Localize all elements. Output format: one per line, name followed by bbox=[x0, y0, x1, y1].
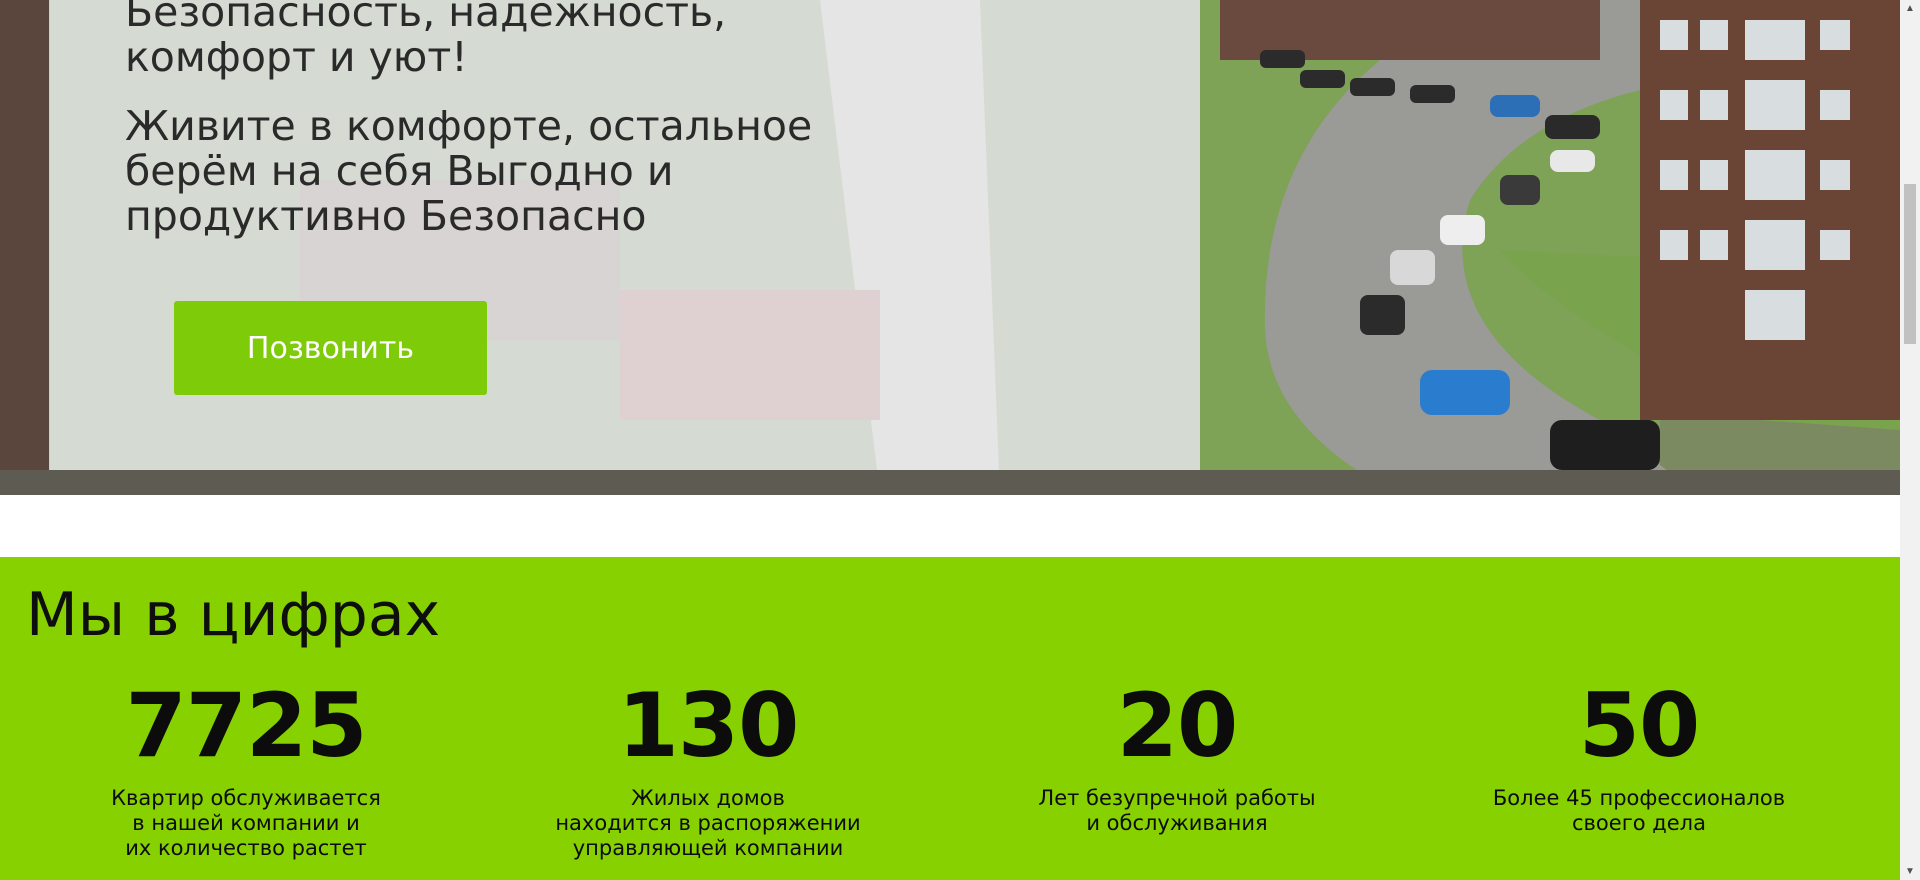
call-button[interactable]: Позвонить bbox=[174, 301, 487, 395]
stat-number: 20 bbox=[1116, 674, 1238, 777]
stats-section: Мы в цифрах 7725 Квартир обслуживается в… bbox=[0, 557, 1900, 880]
hero-slogan: Безопасность, надёжность, комфорт и уют! bbox=[125, 0, 727, 81]
hero-section: Безопасность, надёжность, комфорт и уют!… bbox=[0, 0, 1900, 495]
stat-years: 20 Лет безупречной работы и обслуживания bbox=[957, 682, 1397, 836]
scrollbar-thumb[interactable] bbox=[1904, 184, 1916, 344]
stat-number: 50 bbox=[1578, 674, 1700, 777]
stats-title: Мы в цифрах bbox=[26, 580, 441, 650]
stat-houses: 130 Жилых домов находится в распоряжении… bbox=[488, 682, 928, 861]
page-scrollbar[interactable]: ▲ ▼ bbox=[1900, 0, 1920, 880]
stat-number: 7725 bbox=[125, 674, 368, 777]
hero-card: Безопасность, надёжность, комфорт и уют!… bbox=[49, 0, 1200, 470]
stat-professionals: 50 Более 45 профессионалов своего дела bbox=[1419, 682, 1859, 836]
stat-description: Лет безупречной работы и обслуживания bbox=[1038, 786, 1316, 835]
stat-number: 130 bbox=[617, 674, 800, 777]
stat-apartments: 7725 Квартир обслуживается в нашей компа… bbox=[26, 682, 466, 861]
chevron-down-icon[interactable]: ▼ bbox=[1900, 863, 1920, 880]
hero-description: Живите в комфорте, остальное берём на се… bbox=[125, 102, 813, 240]
stat-description: Жилых домов находится в распоряжении упр… bbox=[555, 786, 861, 860]
stat-description: Более 45 профессионалов своего дела bbox=[1492, 786, 1786, 835]
stat-description: Квартир обслуживается в нашей компании и… bbox=[111, 786, 381, 860]
chevron-up-icon[interactable]: ▲ bbox=[1900, 0, 1920, 17]
